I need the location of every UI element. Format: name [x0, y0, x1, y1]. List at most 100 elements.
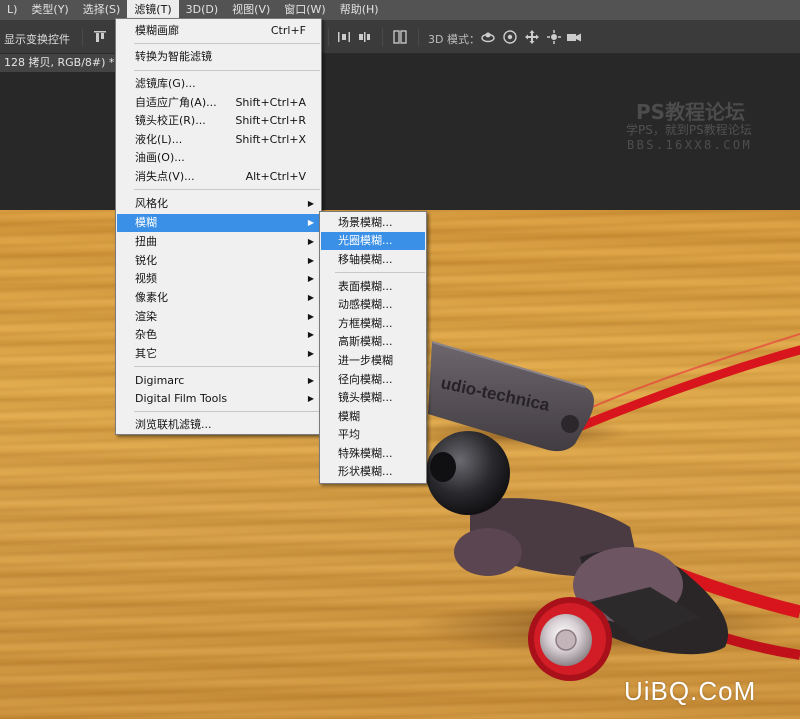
distribute-horizontal-icon[interactable] — [336, 29, 352, 45]
menu-separator — [134, 366, 320, 367]
3d-pan-icon[interactable] — [524, 29, 540, 45]
menu-item-blur-gallery[interactable]: 模糊画廊 Ctrl+F — [117, 22, 320, 40]
divider — [418, 28, 419, 46]
submenu-arrow-icon: ▶ — [307, 256, 314, 265]
submenu-item-shape-blur[interactable]: 形状模糊... — [321, 463, 425, 481]
3d-roll-icon[interactable] — [502, 29, 518, 45]
submenu-item-lens-blur[interactable]: 镜头模糊... — [321, 389, 425, 407]
menu-item-shortcut: Shift+Ctrl+R — [235, 114, 306, 127]
menu-item-liquify[interactable]: 液化(L)... Shift+Ctrl+X — [117, 131, 320, 149]
menu-item-label: 油画(O)... — [135, 151, 185, 164]
menu-item-noise[interactable]: 杂色 ▶ — [117, 326, 320, 344]
3d-mode-label: 3D 模式： — [428, 33, 480, 46]
menu-item-label: 锐化 — [135, 254, 157, 267]
menu-item-label: 液化(L)... — [135, 133, 183, 146]
submenu-item-gaussian-blur[interactable]: 高斯模糊... — [321, 333, 425, 351]
menu-item-lens-correction[interactable]: 镜头校正(R)... Shift+Ctrl+R — [117, 112, 320, 130]
menu-item-shortcut: Ctrl+F — [270, 24, 306, 37]
blur-submenu: 场景模糊... 光圈模糊... 移轴模糊... 表面模糊... 动感模糊... … — [319, 211, 427, 484]
menu-separator — [134, 189, 320, 190]
submenu-arrow-icon: ▶ — [307, 293, 314, 302]
show-transform-controls-checkbox[interactable]: 显示变换控件 — [4, 31, 70, 47]
align-top-icon[interactable] — [92, 29, 108, 45]
menu-item-vanishing-point[interactable]: 消失点(V)... Alt+Ctrl+V — [117, 168, 320, 186]
menu-item-label: 镜头校正(R)... — [135, 114, 206, 127]
menu-separator — [134, 70, 320, 71]
submenu-item-tilt-shift[interactable]: 移轴模糊... — [321, 251, 425, 269]
menu-select[interactable]: 选择(S) — [76, 0, 128, 20]
menu-item-label: 杂色 — [135, 328, 157, 341]
menu-item-oil-paint[interactable]: 油画(O)... — [117, 149, 320, 167]
menu-help[interactable]: 帮助(H) — [333, 0, 386, 20]
submenu-arrow-icon: ▶ — [307, 218, 314, 227]
filter-menu: 模糊画廊 Ctrl+F 转换为智能滤镜 滤镜库(G)... 自适应广角(A)...… — [115, 18, 322, 435]
menu-item-convert-smart-filters[interactable]: 转换为智能滤镜 — [117, 48, 320, 66]
document-tab[interactable]: 128 拷贝, RGB/8#) * — [0, 54, 119, 72]
menu-type[interactable]: 类型(Y) — [24, 0, 75, 20]
menu-item-label: 视频 — [135, 272, 157, 285]
3d-slide-icon[interactable] — [546, 29, 562, 45]
submenu-item-iris-blur[interactable]: 光圈模糊... — [321, 232, 425, 250]
3d-orbit-icon[interactable] — [480, 29, 496, 45]
site-watermark: UiBQ.CoM — [624, 676, 757, 706]
submenu-item-box-blur[interactable]: 方框模糊... — [321, 315, 425, 333]
submenu-arrow-icon: ▶ — [307, 394, 314, 403]
submenu-arrow-icon: ▶ — [307, 237, 314, 246]
divider — [82, 28, 83, 46]
3d-camera-icon[interactable] — [566, 29, 582, 45]
menu-item-filter-gallery[interactable]: 滤镜库(G)... — [117, 75, 320, 93]
menu-item-browse-online-filters[interactable]: 浏览联机滤镜... — [117, 416, 320, 434]
submenu-item-average[interactable]: 平均 — [321, 426, 425, 444]
submenu-item-surface-blur[interactable]: 表面模糊... — [321, 278, 425, 296]
submenu-item-blur-more[interactable]: 进一步模糊 — [321, 352, 425, 370]
menu-item-label: 滤镜库(G)... — [135, 77, 196, 90]
divider — [328, 28, 329, 46]
menu-item-sharpen[interactable]: 锐化 ▶ — [117, 252, 320, 270]
menu-item-label: Digital Film Tools — [135, 392, 228, 405]
menu-item-digital-film-tools[interactable]: Digital Film Tools ▶ — [117, 390, 320, 408]
menu-item-label: 其它 — [135, 347, 157, 360]
menu-item-label: 浏览联机滤镜... — [135, 418, 212, 431]
menu-item-label: 模糊 — [135, 216, 157, 229]
menu-item-blur[interactable]: 模糊 ▶ — [117, 214, 320, 232]
menu-item-video[interactable]: 视频 ▶ — [117, 270, 320, 288]
submenu-arrow-icon: ▶ — [307, 330, 314, 339]
submenu-item-motion-blur[interactable]: 动感模糊... — [321, 296, 425, 314]
menu-item-label: 扭曲 — [135, 235, 157, 248]
menu-item-label: 风格化 — [135, 197, 168, 210]
submenu-item-smart-blur[interactable]: 特殊模糊... — [321, 445, 425, 463]
menu-item-shortcut: Shift+Ctrl+X — [235, 133, 306, 146]
menu-window[interactable]: 窗口(W) — [277, 0, 332, 20]
distribute-right-icon[interactable] — [356, 29, 372, 45]
submenu-arrow-icon: ▶ — [307, 199, 314, 208]
menu-item-label: 自适应广角(A)... — [135, 96, 217, 109]
menu-item-label: 转换为智能滤镜 — [135, 50, 212, 63]
submenu-item-blur[interactable]: 模糊 — [321, 408, 425, 426]
menu-item-label: 消失点(V)... — [135, 170, 195, 183]
divider — [382, 28, 383, 46]
menu-item-label: Digimarc — [135, 374, 185, 387]
menu-edit-partial[interactable]: L) — [0, 0, 24, 20]
submenu-arrow-icon: ▶ — [307, 274, 314, 283]
menu-item-other[interactable]: 其它 ▶ — [117, 345, 320, 363]
submenu-arrow-icon: ▶ — [307, 312, 314, 321]
menu-3d[interactable]: 3D(D) — [179, 0, 226, 20]
menu-item-adaptive-wide-angle[interactable]: 自适应广角(A)... Shift+Ctrl+A — [117, 94, 320, 112]
menu-item-render[interactable]: 渲染 ▶ — [117, 308, 320, 326]
submenu-item-radial-blur[interactable]: 径向模糊... — [321, 371, 425, 389]
menu-separator — [134, 43, 320, 44]
menu-item-digimarc[interactable]: Digimarc ▶ — [117, 372, 320, 390]
menu-item-pixelate[interactable]: 像素化 ▶ — [117, 289, 320, 307]
auto-align-icon[interactable] — [392, 29, 408, 45]
menu-view[interactable]: 视图(V) — [225, 0, 277, 20]
submenu-item-field-blur[interactable]: 场景模糊... — [321, 214, 425, 232]
menu-item-label: 模糊画廊 — [135, 24, 179, 37]
menu-filter[interactable]: 滤镜(T) — [127, 0, 179, 20]
menu-bar: L) 类型(Y) 选择(S) 滤镜(T) 3D(D) 视图(V) 窗口(W) 帮… — [0, 0, 800, 20]
menu-item-stylize[interactable]: 风格化 ▶ — [117, 195, 320, 213]
menu-item-shortcut: Shift+Ctrl+A — [235, 96, 306, 109]
submenu-arrow-icon: ▶ — [307, 349, 314, 358]
menu-separator — [335, 272, 425, 273]
menu-item-shortcut: Alt+Ctrl+V — [245, 170, 306, 183]
menu-item-distort[interactable]: 扭曲 ▶ — [117, 233, 320, 251]
